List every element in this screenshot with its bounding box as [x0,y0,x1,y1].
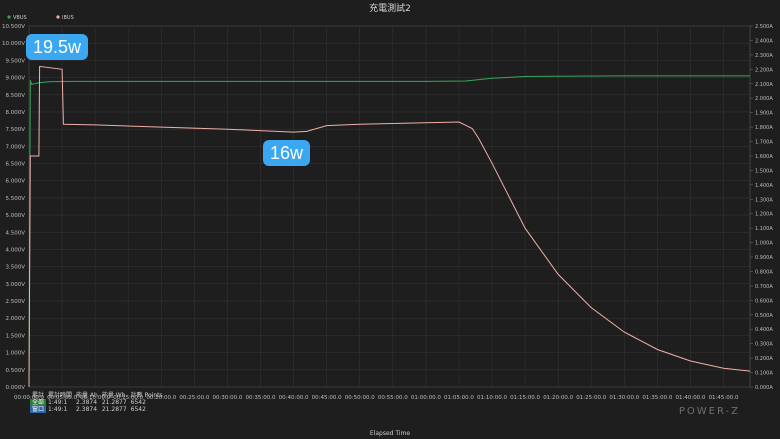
stats-row: 窗口 1:49:1 2.3874 21.2877 6542 [30,406,165,413]
y-right-tick-label: 0.300A [755,342,773,348]
y-left-tick-label: 0.500V [5,368,25,374]
x-tick-label: 00:40:00.0 [279,395,309,401]
legend-marker-ibus [56,15,60,19]
y-right-tick-label: 1.800A [755,125,773,131]
stats-header: 能量 Wh [101,392,126,399]
x-tick-label: 01:15:00.0 [510,395,540,401]
legend-label-ibus: IBUS [62,15,74,21]
callout-peak-power: 19.5w [26,34,89,60]
y-left-tick-label: 5.000V [5,213,25,219]
callout-steady-power: 16w [263,140,311,166]
y-left-tick-label: 1.500V [5,333,25,339]
stats-row-label: 窗口 [30,406,47,413]
chart-title: 充電測試2 [369,2,411,14]
stats-ah: 2.3874 [76,406,98,413]
stats-wh: 21.2877 [101,399,127,406]
x-tick-label: 00:25:00.0 [179,395,209,401]
x-tick-label: 00:35:00.0 [246,395,276,401]
y-right-tick-label: 1.500A [755,168,773,174]
y-left-tick-label: 6.500V [5,162,25,168]
stats-time: 1:49:1 [48,399,68,406]
y-right-tick-label: 2.500A [755,24,773,30]
legend-marker-vbus [7,15,11,19]
y-left-tick-label: 1.000V [5,351,25,357]
y-right-tick-label: 2.000A [755,96,773,102]
stats-row-label: 全部 [30,399,47,406]
y-left-tick-label: 9.000V [5,76,25,82]
y-left-tick-label: 8.500V [5,93,25,99]
y-right-tick-label: 1.300A [755,197,773,203]
y-right-tick-label: 0.600A [755,298,773,304]
x-tick-label: 01:35:00.0 [642,395,672,401]
stats-header-row: 累計 累計時間 能量 Ah 能量 Wh 計數 Points [30,392,165,399]
chart: 充電測試2 VBUS IBUS 0.000V 0.500V 1.000V 1.500V… [0,0,780,439]
y-left-tick-label: 6.000V [5,179,25,185]
y-right-tick-label: 0.000A [755,385,773,391]
y-right-tick-label: 2.100A [755,82,773,88]
x-tick-label: 01:10:00.0 [477,395,507,401]
y-left-tick-label: 3.500V [5,265,25,271]
chart-background [0,0,780,439]
y-right-tick-label: 1.100A [755,226,773,232]
y-right-tick-label: 1.700A [755,140,773,146]
y-right-tick-label: 0.800A [755,269,773,275]
stats-header: 計數 Points [130,392,163,399]
legend-label-vbus: VBUS [13,15,27,21]
x-axis-label: Elapsed Time [370,430,410,437]
y-right-tick-label: 0.900A [755,255,773,261]
stats-header: 累計時間 [48,392,73,399]
y-right-tick-label: 1.000A [755,241,773,247]
x-tick-label: 01:25:00.0 [576,395,606,401]
power-z-logo: POWER-Z [678,406,740,417]
y-right-tick-label: 1.200A [755,212,773,218]
x-tick-label: 01:00:00.0 [411,395,441,401]
y-right-tick-label: 0.400A [755,327,773,333]
y-left-tick-label: 5.500V [5,196,25,202]
y-right-tick-label: 0.500A [755,313,773,319]
x-tick-label: 01:45:00.0 [709,395,739,401]
y-right-tick-label: 1.600A [755,154,773,160]
stats-ah: 2.3874 [76,399,98,406]
x-tick-label: 01:40:00.0 [675,395,705,401]
y-right-tick-label: 1.400A [755,183,773,189]
y-right-tick-label: 2.200A [755,67,773,73]
y-left-tick-label: 0.000V [5,385,25,391]
x-tick-label: 00:30:00.0 [212,395,242,401]
y-right-tick-label: 1.900A [755,111,773,117]
stats-table: 累計 累計時間 能量 Ah 能量 Wh 計數 Points 全部 1:49:1 … [30,392,165,413]
y-right-tick-label: 2.300A [755,53,773,59]
y-right-tick-label: 0.700A [755,284,773,290]
x-tick-label: 01:30:00.0 [609,395,639,401]
x-tick-label: 00:50:00.0 [345,395,375,401]
stats-header: 能量 Ah [76,392,98,399]
stats-row: 全部 1:49:1 2.3874 21.2877 6542 [30,399,165,406]
stats-time: 1:49:1 [48,406,68,413]
y-left-tick-label: 7.000V [5,144,25,150]
y-left-tick-label: 10.500V [2,24,25,30]
y-left-tick-label: 10.000V [2,41,25,47]
y-left-tick-label: 2.000V [5,316,25,322]
y-right-tick-label: 0.200A [755,356,773,362]
y-left-tick-label: 3.000V [5,282,25,288]
y-left-tick-label: 2.500V [5,299,25,305]
y-left-tick-label: 8.000V [5,110,25,116]
x-tick-label: 01:20:00.0 [543,395,573,401]
y-left-tick-label: 4.500V [5,230,25,236]
stats-wh: 21.2877 [101,406,127,413]
x-tick-label: 00:55:00.0 [378,395,408,401]
x-tick-label: 00:45:00.0 [312,395,342,401]
y-right-tick-label: 2.400A [755,38,773,44]
y-left-tick-label: 9.500V [5,58,25,64]
y-right-tick-label: 0.100A [755,371,773,377]
stats-points: 6542 [130,399,146,406]
y-left-tick-label: 4.000V [5,247,25,253]
stats-header: 累計 [32,392,45,399]
y-left-tick-label: 7.500V [5,127,25,133]
x-tick-label: 01:05:00.0 [444,395,474,401]
stats-points: 6542 [130,406,146,413]
